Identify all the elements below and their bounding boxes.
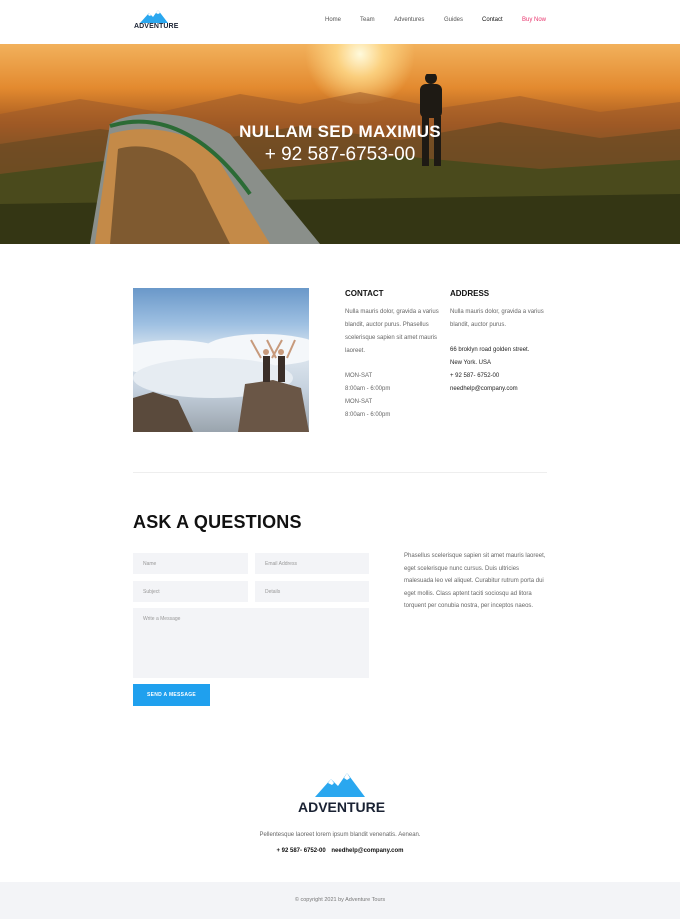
details-placeholder: Details: [265, 589, 281, 595]
hero-banner: NULLAM SED MAXIMUS + 92 587-6753-00: [0, 44, 680, 244]
hero-phone[interactable]: + 92 587-6753-00: [0, 144, 680, 166]
logo-text: ADVENTURE: [134, 23, 179, 30]
address-street: 66 broklyn road golden street.: [450, 347, 530, 353]
contact-text: Nulla mauris dolor, gravida a varius bla…: [345, 309, 439, 354]
hero-title: NULLAM SED MAXIMUS: [239, 122, 441, 141]
site-header: ADVENTURE Home Team Adventures Guides Co…: [0, 0, 680, 44]
footer-phone[interactable]: + 92 587- 6752-00: [277, 848, 326, 854]
email-placeholder: Email Address: [265, 561, 297, 567]
questions-side-text: Phasellus scelerisque sapien sit amet ma…: [404, 553, 546, 610]
footer-tagline: Pellentesque laoreet lorem ipsum blandit…: [259, 832, 421, 838]
nav-contact[interactable]: Contact: [482, 17, 503, 23]
hours-days-1: MON-SAT: [345, 373, 373, 379]
copyright-bar: © copyright 2021 by Adventure Tours: [0, 882, 680, 919]
address-phone[interactable]: + 92 587- 6752-00: [450, 373, 499, 379]
nav-adventures[interactable]: Adventures: [394, 17, 424, 23]
footer-contact: + 92 587- 6752-00 needhelp@company.com: [0, 848, 680, 854]
send-message-label: SEND A MESSAGE: [146, 692, 197, 698]
email-field[interactable]: Email Address: [255, 553, 369, 574]
copyright-text: © copyright 2021 by Adventure Tours: [294, 897, 386, 903]
name-placeholder: Name: [143, 561, 157, 567]
footer-logo[interactable]: ADVENTURE: [298, 773, 386, 817]
address-text: Nulla mauris dolor, gravida a varius bla…: [450, 309, 544, 328]
footer-logo-text: ADVENTURE: [298, 799, 386, 815]
address-email[interactable]: needhelp@company.com: [450, 386, 518, 392]
clouds-photo: [133, 288, 309, 432]
site-logo[interactable]: ADVENTURE: [134, 10, 178, 32]
hours-days-2: MON-SAT: [345, 399, 373, 405]
questions-title: ASK A QUESTIONS: [133, 512, 302, 532]
address-title: ADDRESS: [450, 289, 490, 298]
footer-email[interactable]: needhelp@company.com: [331, 848, 403, 854]
message-placeholder: Write a Message: [143, 616, 181, 622]
hours-time-1: 8:00am - 6:00pm: [345, 386, 391, 392]
mountain-logo-icon: [315, 773, 365, 797]
send-message-button[interactable]: SEND A MESSAGE: [133, 684, 210, 706]
name-field[interactable]: Name: [133, 553, 248, 574]
mountain-logo-icon: [140, 10, 168, 23]
hours-time-2: 8:00am - 6:00pm: [345, 412, 391, 418]
address-city: New York. USA: [450, 360, 492, 366]
nav-team[interactable]: Team: [360, 17, 375, 23]
details-field[interactable]: Details: [255, 581, 369, 602]
section-divider: [133, 472, 547, 473]
subject-placeholder: Subject: [143, 589, 160, 595]
nav-guides[interactable]: Guides: [444, 17, 463, 23]
nav-buy-now[interactable]: Buy Now: [522, 17, 546, 23]
subject-field[interactable]: Subject: [133, 581, 248, 602]
message-textarea[interactable]: Write a Message: [133, 608, 369, 678]
clouds-illustration: [133, 334, 309, 432]
contact-title: CONTACT: [345, 289, 384, 298]
nav-home[interactable]: Home: [325, 17, 341, 23]
